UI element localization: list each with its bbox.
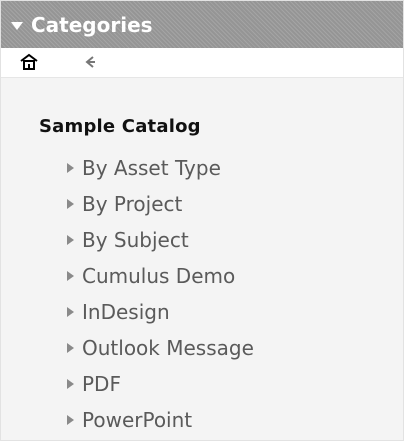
- panel-title: Categories: [31, 12, 153, 37]
- category-item-by-project[interactable]: By Project: [67, 186, 254, 222]
- expand-arrow-icon[interactable]: [67, 235, 74, 245]
- category-item-by-asset-type[interactable]: By Asset Type: [67, 150, 254, 186]
- category-item-indesign[interactable]: InDesign: [67, 294, 254, 330]
- home-icon[interactable]: [17, 52, 41, 72]
- category-label[interactable]: Cumulus Demo: [82, 266, 235, 286]
- category-label[interactable]: InDesign: [82, 302, 170, 322]
- category-item-powerpoint[interactable]: PowerPoint: [67, 402, 254, 438]
- category-item-pdf[interactable]: PDF: [67, 366, 254, 402]
- panel-header[interactable]: Categories: [1, 1, 403, 48]
- expand-arrow-icon[interactable]: [67, 271, 74, 281]
- expand-arrow-icon[interactable]: [67, 343, 74, 353]
- expand-arrow-icon[interactable]: [67, 379, 74, 389]
- tree-root-label[interactable]: Sample Catalog: [39, 116, 201, 137]
- back-arrow-icon[interactable]: [79, 52, 103, 72]
- category-label[interactable]: Outlook Message: [82, 338, 254, 358]
- category-label[interactable]: By Project: [82, 194, 182, 214]
- category-label[interactable]: PDF: [82, 374, 121, 394]
- collapse-triangle-icon[interactable]: [11, 21, 23, 30]
- expand-arrow-icon[interactable]: [67, 307, 74, 317]
- category-toolbar: [1, 48, 403, 78]
- category-label[interactable]: By Asset Type: [82, 158, 221, 178]
- category-list: By Asset Type By Project By Subject Cumu…: [67, 150, 254, 438]
- expand-arrow-icon[interactable]: [67, 415, 74, 425]
- home-icon-svg: [20, 53, 38, 70]
- expand-arrow-icon[interactable]: [67, 163, 74, 173]
- back-arrow-icon-svg: [85, 56, 95, 68]
- category-tree: Sample Catalog By Asset Type By Project …: [1, 78, 403, 440]
- categories-panel: Categories Sample Catalog By Asset Type: [0, 0, 404, 441]
- category-label[interactable]: PowerPoint: [82, 410, 192, 430]
- category-item-by-subject[interactable]: By Subject: [67, 222, 254, 258]
- category-item-cumulus-demo[interactable]: Cumulus Demo: [67, 258, 254, 294]
- category-item-outlook-message[interactable]: Outlook Message: [67, 330, 254, 366]
- expand-arrow-icon[interactable]: [67, 199, 74, 209]
- category-label[interactable]: By Subject: [82, 230, 189, 250]
